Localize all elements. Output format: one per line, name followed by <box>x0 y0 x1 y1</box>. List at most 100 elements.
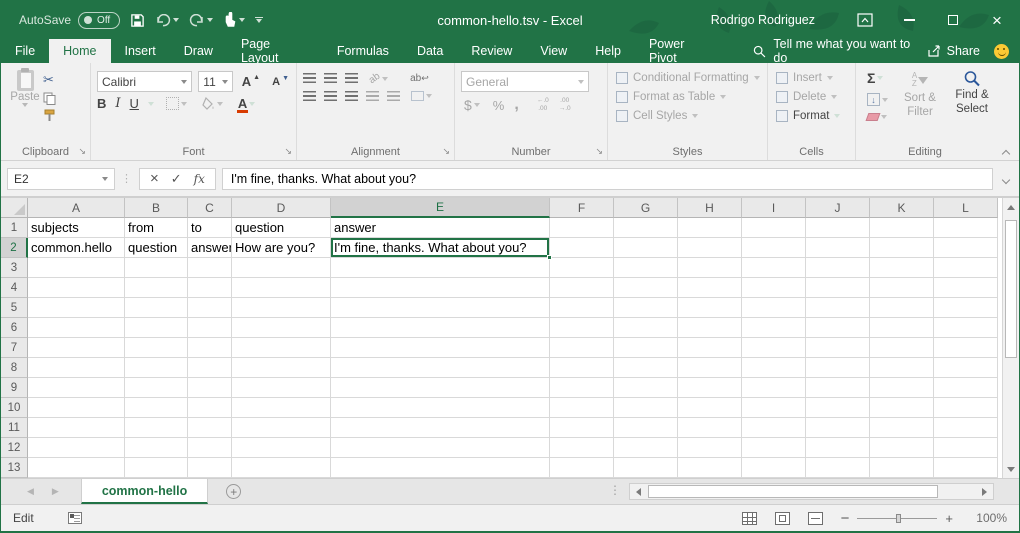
fill-button[interactable]: ↓ <box>864 91 894 108</box>
cell-K3[interactable] <box>870 258 934 278</box>
copy-button[interactable] <box>43 92 56 105</box>
cell-F12[interactable] <box>550 438 614 458</box>
styles-item-cell-styles[interactable]: Cell Styles <box>616 106 763 125</box>
row-header-6[interactable]: 6 <box>1 318 28 338</box>
cell-I1[interactable] <box>742 218 806 238</box>
cell-A5[interactable] <box>28 298 125 318</box>
scroll-down-button[interactable] <box>1003 460 1019 478</box>
zoom-out-button[interactable]: − <box>841 510 850 527</box>
cell-J10[interactable] <box>806 398 870 418</box>
touch-mode-dropdown-arrow[interactable] <box>239 18 245 22</box>
cell-A2[interactable]: common.hello <box>28 238 125 258</box>
cell-F6[interactable] <box>550 318 614 338</box>
cell-A10[interactable] <box>28 398 125 418</box>
align-right-button[interactable] <box>345 91 358 102</box>
row-header-7[interactable]: 7 <box>1 338 28 358</box>
cell-B3[interactable] <box>125 258 188 278</box>
cell-C7[interactable] <box>188 338 232 358</box>
borders-button[interactable] <box>163 95 190 112</box>
cell-E4[interactable] <box>331 278 550 298</box>
cell-G3[interactable] <box>614 258 678 278</box>
row-header-1[interactable]: 1 <box>1 218 28 238</box>
cell-K12[interactable] <box>870 438 934 458</box>
row-header-12[interactable]: 12 <box>1 438 28 458</box>
accounting-format-button[interactable]: $ <box>461 95 483 115</box>
cell-B5[interactable] <box>125 298 188 318</box>
cell-I13[interactable] <box>742 458 806 478</box>
cell-J5[interactable] <box>806 298 870 318</box>
column-header-K[interactable]: K <box>870 198 934 218</box>
row-header-11[interactable]: 11 <box>1 418 28 438</box>
cell-F11[interactable] <box>550 418 614 438</box>
paste-button[interactable]: Paste <box>7 68 43 122</box>
wrap-text-button[interactable]: ab↩ <box>407 71 432 86</box>
clipboard-dialog-launcher[interactable]: ↘ <box>78 146 86 157</box>
cell-E10[interactable] <box>331 398 550 418</box>
font-size-select[interactable]: 11 <box>198 71 233 92</box>
column-header-G[interactable]: G <box>614 198 678 218</box>
name-box-arrow[interactable] <box>102 177 108 181</box>
underline-dropdown-arrow[interactable] <box>148 102 154 106</box>
enter-button[interactable]: ✓ <box>171 171 182 187</box>
cell-I11[interactable] <box>742 418 806 438</box>
bold-button[interactable]: B <box>97 96 106 111</box>
cell-F7[interactable] <box>550 338 614 358</box>
row-header-10[interactable]: 10 <box>1 398 28 418</box>
zoom-slider-thumb[interactable] <box>896 514 901 523</box>
cell-F2[interactable] <box>550 238 614 258</box>
cell-H13[interactable] <box>678 458 742 478</box>
cell-C2[interactable]: answer <box>188 238 232 258</box>
maximize-button[interactable] <box>931 1 975 39</box>
cell-F13[interactable] <box>550 458 614 478</box>
horizontal-scrollbar[interactable] <box>629 483 994 500</box>
clear-button[interactable] <box>864 111 894 123</box>
page-break-view-button[interactable] <box>808 512 823 525</box>
column-header-I[interactable]: I <box>742 198 806 218</box>
cell-G7[interactable] <box>614 338 678 358</box>
cell-J8[interactable] <box>806 358 870 378</box>
cell-D6[interactable] <box>232 318 331 338</box>
cell-A1[interactable]: subjects <box>28 218 125 238</box>
autosave-toggle[interactable]: Off <box>78 12 120 29</box>
cell-H7[interactable] <box>678 338 742 358</box>
cell-K9[interactable] <box>870 378 934 398</box>
user-name[interactable]: Rodrigo Rodriguez <box>711 13 815 27</box>
tab-page-layout[interactable]: Page Layout <box>227 39 323 63</box>
zoom-in-button[interactable]: + <box>945 511 953 526</box>
align-left-button[interactable] <box>303 91 316 102</box>
cell-C1[interactable]: to <box>188 218 232 238</box>
cell-J7[interactable] <box>806 338 870 358</box>
cell-E12[interactable] <box>331 438 550 458</box>
cell-K5[interactable] <box>870 298 934 318</box>
cell-H11[interactable] <box>678 418 742 438</box>
cells-item-insert[interactable]: Insert <box>776 68 851 87</box>
cell-C13[interactable] <box>188 458 232 478</box>
touch-mouse-mode-button[interactable] <box>223 12 245 28</box>
row-header-5[interactable]: 5 <box>1 298 28 318</box>
cell-L8[interactable] <box>934 358 998 378</box>
cell-J12[interactable] <box>806 438 870 458</box>
cell-A12[interactable] <box>28 438 125 458</box>
cell-A4[interactable] <box>28 278 125 298</box>
cell-D10[interactable] <box>232 398 331 418</box>
column-header-L[interactable]: L <box>934 198 998 218</box>
cell-J3[interactable] <box>806 258 870 278</box>
tell-me-box[interactable]: Tell me what you want to do <box>753 39 926 63</box>
cell-F3[interactable] <box>550 258 614 278</box>
cell-G2[interactable] <box>614 238 678 258</box>
cell-H12[interactable] <box>678 438 742 458</box>
cell-K8[interactable] <box>870 358 934 378</box>
cell-I10[interactable] <box>742 398 806 418</box>
cell-D7[interactable] <box>232 338 331 358</box>
vertical-scroll-thumb[interactable] <box>1005 220 1017 358</box>
sheet-tab-common-hello[interactable]: common-hello <box>81 479 208 504</box>
page-layout-view-button[interactable] <box>775 512 790 525</box>
ribbon-display-options-button[interactable] <box>843 1 887 39</box>
cell-A13[interactable] <box>28 458 125 478</box>
shrink-font-button[interactable]: A▼ <box>269 74 292 90</box>
cell-I3[interactable] <box>742 258 806 278</box>
cell-J6[interactable] <box>806 318 870 338</box>
cell-I12[interactable] <box>742 438 806 458</box>
row-header-13[interactable]: 13 <box>1 458 28 478</box>
cell-D11[interactable] <box>232 418 331 438</box>
